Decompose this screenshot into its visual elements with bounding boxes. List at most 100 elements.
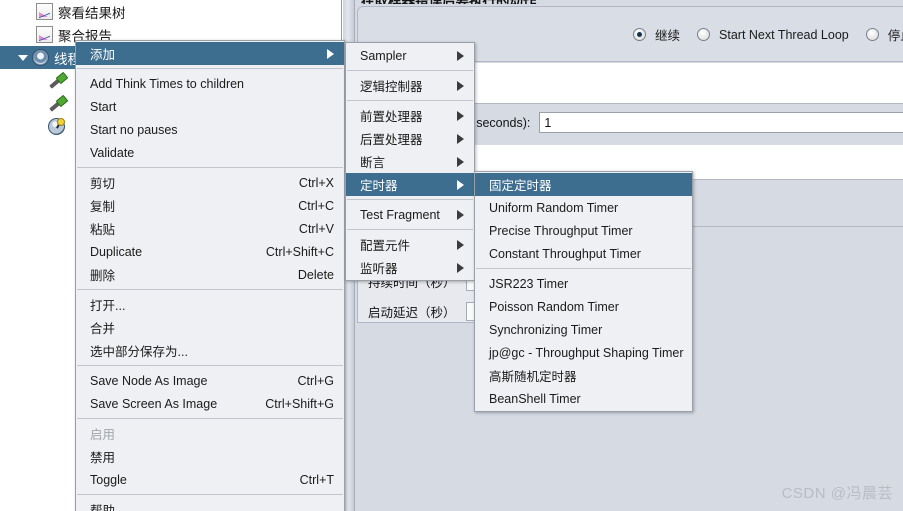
scheduler-delay-label: 启动延迟（秒）	[368, 305, 456, 320]
menu-item[interactable]: Start	[76, 95, 344, 118]
menu-separator	[77, 68, 343, 69]
menu-item[interactable]: 配置元件	[346, 233, 474, 256]
menu-item[interactable]: Duplicate Ctrl+Shift+C	[76, 240, 344, 263]
menu-separator	[77, 167, 343, 168]
menu-item[interactable]: Test Fragment	[346, 203, 474, 226]
watermark: CSDN @冯晨芸	[781, 485, 893, 502]
menu-item[interactable]: jp@gc - Throughput Shaping Timer	[475, 341, 692, 364]
tree-item-view-results-tree[interactable]: 察看结果树	[0, 0, 341, 23]
menu-item[interactable]: Uniform Random Timer	[475, 196, 692, 219]
menu-item-label: Start	[90, 99, 117, 114]
menu-item[interactable]: Poisson Random Timer	[475, 295, 692, 318]
timer-icon	[48, 118, 65, 135]
menu-item[interactable]: 逻辑控制器	[346, 74, 474, 97]
error-action-radio-group: 继续 Start Next Thread Loop 停止线程	[633, 25, 903, 44]
chevron-right-icon	[457, 262, 464, 273]
menu-item[interactable]: 复制 Ctrl+C	[76, 194, 344, 217]
menu-item-label: 配置元件	[360, 239, 411, 253]
menu-separator	[347, 229, 473, 230]
menu-item[interactable]: Add Think Times to children	[76, 72, 344, 95]
chart-icon	[36, 26, 53, 43]
menu-separator	[77, 418, 343, 419]
duration-field-row: in seconds):	[463, 112, 903, 133]
menu-item[interactable]: 选中部分保存为...	[76, 339, 344, 362]
chevron-down-icon[interactable]	[18, 54, 28, 61]
chevron-right-icon	[327, 48, 334, 59]
menu-item-label: 高斯随机定时器	[489, 370, 577, 384]
menu-item-label: 逻辑控制器	[360, 80, 423, 94]
menu-item-label: 添加	[90, 48, 116, 62]
menu-item[interactable]: 帮助	[76, 498, 344, 511]
menu-separator	[347, 70, 473, 71]
menu-item[interactable]: 固定定时器	[475, 173, 692, 196]
radio-continue[interactable]	[633, 28, 646, 41]
menu-item[interactable]: Toggle Ctrl+T	[76, 468, 344, 491]
chart-icon	[36, 3, 53, 20]
menu-item-label: Save Screen As Image	[90, 396, 218, 411]
menu-item[interactable]: Start no pauses	[76, 118, 344, 141]
chevron-right-icon	[457, 209, 464, 220]
menu-item[interactable]: Constant Throughput Timer	[475, 242, 692, 265]
menu-separator	[77, 494, 343, 495]
menu-item-label: Toggle	[90, 472, 127, 487]
menu-item-accelerator: Ctrl+T	[299, 472, 334, 487]
menu-item-label: 禁用	[90, 451, 116, 465]
menu-item-label: 复制	[90, 200, 116, 214]
menu-item-label: Test Fragment	[360, 207, 440, 222]
menu-item-label: Save Node As Image	[90, 373, 208, 388]
menu-item[interactable]: 断言	[346, 150, 474, 173]
menu-separator	[77, 289, 343, 290]
menu-item[interactable]: 监听器	[346, 256, 474, 279]
menu-item-accelerator: Ctrl+Shift+C	[265, 244, 334, 259]
menu-item-label: 帮助	[90, 504, 116, 511]
menu-item[interactable]: Sampler	[346, 44, 474, 67]
menu-item-label: Add Think Times to children	[90, 76, 245, 91]
menu-item[interactable]: 高斯随机定时器	[475, 364, 692, 387]
menu-item-label: 启用	[90, 428, 116, 442]
radio-start-next-thread-loop[interactable]	[697, 28, 711, 41]
radio-start-next-thread-loop-label: Start Next Thread Loop	[719, 27, 849, 42]
menu-item[interactable]: 删除 Delete	[76, 263, 344, 286]
context-menu-timer[interactable]: 固定定时器 Uniform Random Timer Precise Through…	[474, 171, 693, 412]
pen-icon	[48, 95, 66, 113]
menu-item[interactable]: 粘贴 Ctrl+V	[76, 217, 344, 240]
menu-item[interactable]: 剪切 Ctrl+X	[76, 171, 344, 194]
menu-item[interactable]: Synchronizing Timer	[475, 318, 692, 341]
menu-item[interactable]: 合并	[76, 316, 344, 339]
context-menu-add[interactable]: 添加 Add Think Times to children Start Start …	[75, 40, 345, 511]
menu-item-accelerator: Ctrl+G	[297, 373, 334, 388]
chevron-right-icon	[457, 80, 464, 91]
menu-item[interactable]: Save Screen As Image Ctrl+Shift+G	[76, 392, 344, 415]
menu-item[interactable]: BeanShell Timer	[475, 387, 692, 410]
menu-item[interactable]: Precise Throughput Timer	[475, 219, 692, 242]
menu-item-label: 断言	[360, 156, 386, 170]
chevron-right-icon	[457, 50, 464, 61]
chevron-right-icon	[457, 110, 464, 121]
chevron-right-icon	[457, 156, 464, 167]
menu-item[interactable]: Save Node As Image Ctrl+G	[76, 369, 344, 392]
menu-item[interactable]: 前置处理器	[346, 104, 474, 127]
menu-item[interactable]: 添加	[76, 42, 344, 65]
menu-item: 启用	[76, 422, 344, 445]
menu-item[interactable]: Validate	[76, 141, 344, 164]
chevron-right-icon	[457, 133, 464, 144]
menu-item-label: 合并	[90, 322, 116, 336]
menu-item-label: 监听器	[360, 262, 398, 276]
menu-item-label: 前置处理器	[360, 110, 423, 124]
menu-item-label: Uniform Random Timer	[489, 200, 619, 215]
menu-item[interactable]: 打开...	[76, 293, 344, 316]
menu-item-label: 固定定时器	[489, 179, 552, 193]
radio-stop-thread[interactable]	[865, 28, 879, 41]
duration-input[interactable]	[539, 112, 903, 133]
menu-item[interactable]: JSR223 Timer	[475, 272, 692, 295]
context-menu-add-submenu[interactable]: Sampler 逻辑控制器前置处理器后置处理器断言定时器 Test Fragment…	[345, 42, 475, 281]
menu-item-label: 剪切	[90, 177, 116, 191]
menu-item-label: 删除	[90, 269, 116, 283]
menu-item[interactable]: 定时器	[346, 173, 474, 196]
menu-item[interactable]: 后置处理器	[346, 127, 474, 150]
menu-item-label: Sampler	[360, 48, 407, 63]
menu-separator	[347, 199, 473, 200]
menu-item[interactable]: 禁用	[76, 445, 344, 468]
menu-item-label: BeanShell Timer	[489, 391, 581, 406]
menu-item-label: Duplicate	[90, 244, 143, 259]
